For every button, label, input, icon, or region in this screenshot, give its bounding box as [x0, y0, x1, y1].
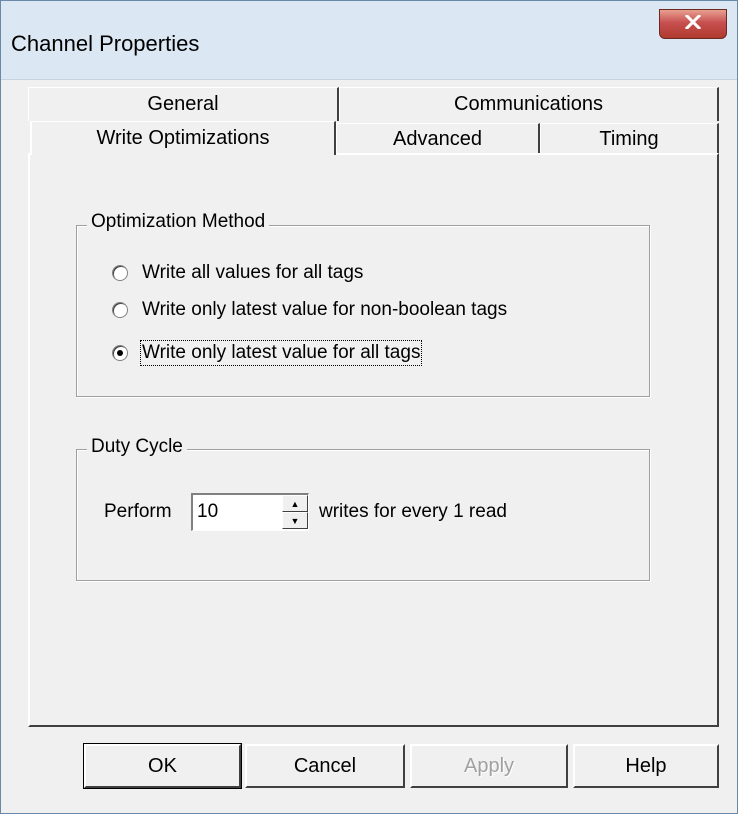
radio-button-icon[interactable] — [112, 302, 128, 318]
tab-timing[interactable]: Timing — [540, 123, 719, 155]
help-button[interactable]: Help — [573, 744, 719, 788]
radio-write-latest-non-boolean-label: Write only latest value for non-boolean … — [142, 299, 508, 320]
ok-button-label: OK — [148, 754, 177, 777]
tab-general-label: General — [147, 93, 219, 115]
cancel-button[interactable]: Cancel — [245, 744, 405, 788]
tab-general[interactable]: General — [28, 87, 339, 121]
radio-write-latest-all[interactable]: Write only latest value for all tags — [112, 340, 423, 366]
optimization-method-legend: Optimization Method — [87, 211, 270, 233]
cancel-button-label: Cancel — [293, 754, 357, 777]
writes-count-stepper[interactable]: ▲ ▼ — [191, 493, 309, 531]
radio-button-icon[interactable] — [112, 265, 128, 281]
radio-selected-dot — [117, 350, 123, 356]
radio-write-all-values[interactable]: Write all values for all tags — [112, 262, 363, 284]
close-icon — [684, 13, 702, 34]
radio-write-all-values-label: Write all values for all tags — [142, 262, 364, 283]
ok-button[interactable]: OK — [83, 743, 242, 789]
spin-down-button[interactable]: ▼ — [282, 512, 308, 529]
apply-button[interactable]: Apply — [410, 744, 568, 788]
apply-button-label: Apply — [463, 754, 515, 777]
tab-advanced-label: Advanced — [393, 127, 482, 150]
tab-communications[interactable]: Communications — [339, 87, 719, 121]
title-bar[interactable]: Channel Properties — [1, 1, 737, 80]
tab-communications-label: Communications — [454, 93, 603, 115]
writes-count-input[interactable] — [197, 499, 277, 525]
tab-timing-label: Timing — [599, 127, 659, 150]
arrow-up-icon: ▲ — [290, 498, 300, 509]
writes-suffix-label: writes for every 1 read — [319, 501, 507, 522]
tab-write-optimizations[interactable]: Write Optimizations — [30, 121, 336, 155]
radio-write-latest-non-boolean[interactable]: Write only latest value for non-boolean … — [112, 299, 507, 321]
tab-write-optimizations-label: Write Optimizations — [96, 127, 270, 149]
help-button-label: Help — [625, 754, 667, 777]
arrow-down-icon: ▼ — [290, 515, 300, 526]
radio-write-latest-all-label: Write only latest value for all tags — [139, 340, 423, 366]
duty-cycle-legend: Duty Cycle — [87, 436, 187, 458]
close-button[interactable] — [659, 9, 727, 39]
radio-button-icon[interactable] — [112, 345, 128, 361]
spin-up-button[interactable]: ▲ — [282, 495, 308, 512]
perform-label: Perform — [104, 501, 172, 522]
tab-advanced[interactable]: Advanced — [336, 123, 540, 155]
window-title: Channel Properties — [11, 31, 200, 56]
